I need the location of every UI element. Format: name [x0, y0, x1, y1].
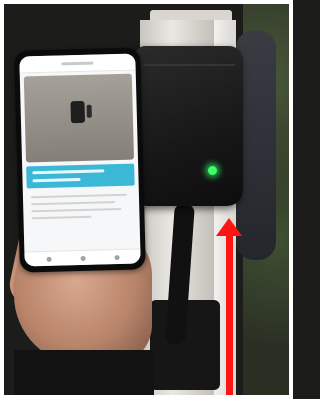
led-indicator: [208, 166, 217, 175]
app-header: [19, 53, 136, 74]
app-status-banner: [26, 163, 135, 189]
tab-icon: [80, 255, 86, 262]
unit-ridge: [143, 64, 235, 66]
phone-screen: [19, 53, 141, 267]
device-thumbnail: [70, 100, 86, 124]
sleeve: [14, 350, 154, 399]
red-arrow-shaft: [226, 232, 233, 399]
smartphone: [14, 47, 146, 273]
charging-unit: [135, 46, 243, 206]
tab-icon: [46, 256, 52, 262]
photo-scene: [0, 0, 293, 399]
tab-icon: [114, 254, 120, 261]
app-hero-image: [23, 73, 135, 163]
app-tab-bar: [24, 248, 141, 267]
